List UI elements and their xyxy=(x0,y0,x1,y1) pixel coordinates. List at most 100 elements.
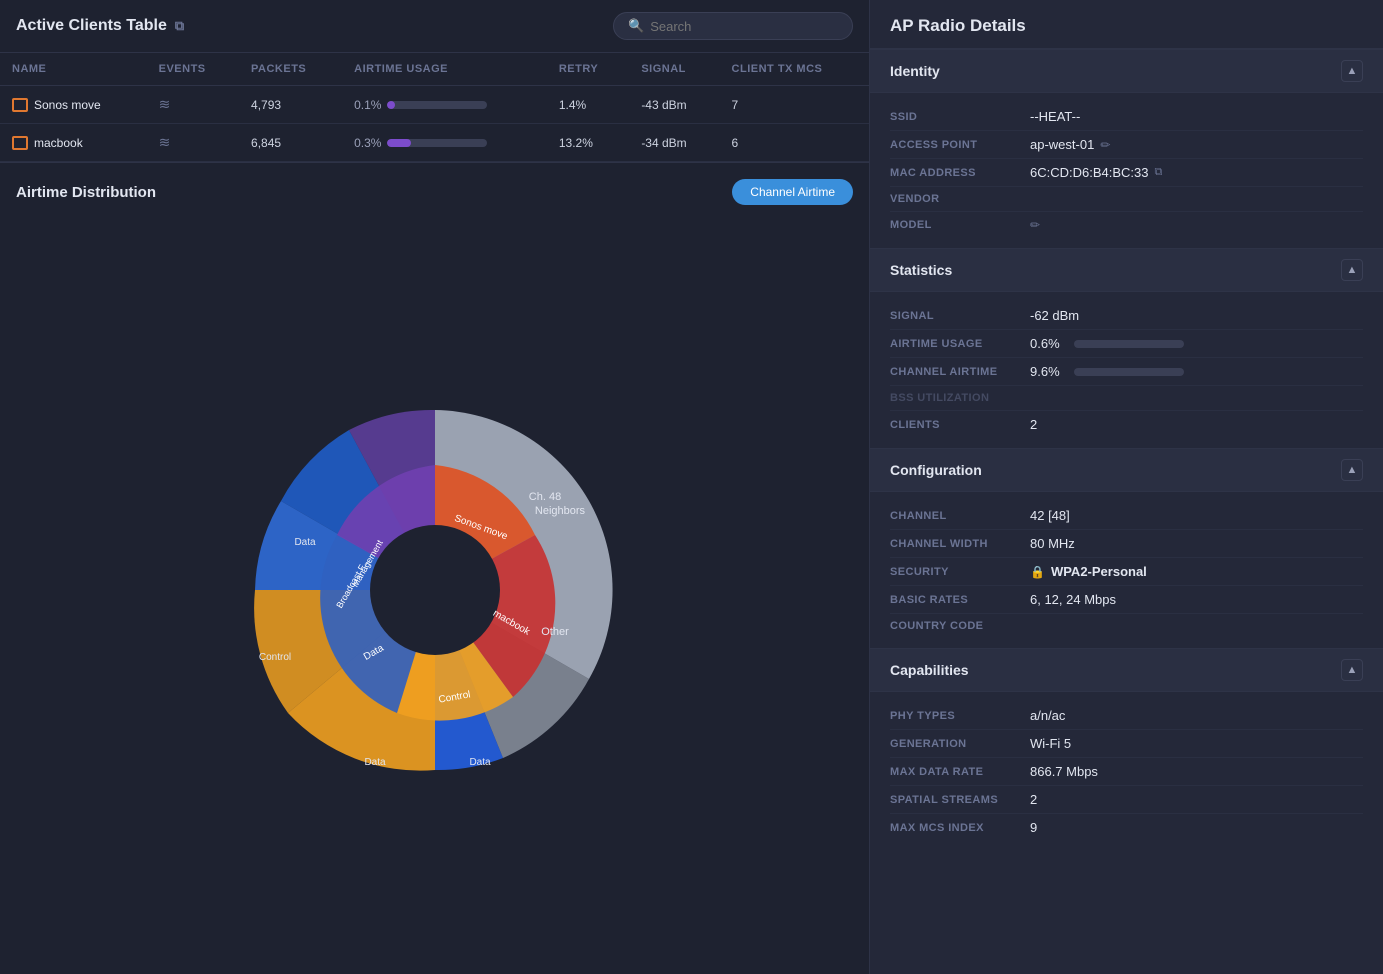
country-code-label: COUNTRY CODE xyxy=(890,620,1030,632)
col-signal: SIGNAL xyxy=(629,53,719,86)
security-label: SECURITY xyxy=(890,566,1030,578)
channel-airtime-label: CHANNEL AIRTIME xyxy=(890,366,1030,378)
ssid-label: SSID xyxy=(890,111,1030,123)
identity-collapse-icon[interactable]: ▲ xyxy=(1341,60,1363,82)
capabilities-section-header[interactable]: Capabilities ▲ xyxy=(870,648,1383,692)
mac-copy-icon[interactable]: ⧉ xyxy=(1155,166,1163,179)
svg-text:Data: Data xyxy=(469,757,491,768)
airtime-bar-group: 0.3% xyxy=(354,136,535,150)
security-value: 🔒 WPA2-Personal xyxy=(1030,564,1363,579)
airtime-cell: 0.1% xyxy=(342,86,547,124)
statistics-body: SIGNAL -62 dBm AIRTIME USAGE 0.6% CHANNE… xyxy=(870,292,1383,448)
wifi-icon: ≋ xyxy=(159,134,171,150)
statistics-section-header[interactable]: Statistics ▲ xyxy=(870,248,1383,292)
channel-value: 42 [48] xyxy=(1030,508,1363,523)
access-point-edit-icon[interactable]: ✏ xyxy=(1100,138,1110,152)
max-data-rate-row: MAX DATA RATE 866.7 Mbps xyxy=(890,758,1363,786)
statistics-collapse-icon[interactable]: ▲ xyxy=(1341,259,1363,281)
table-title-group: Active Clients Table ⧉ xyxy=(16,17,184,35)
max-mcs-label: MAX MCS INDEX xyxy=(890,822,1030,834)
configuration-collapse-icon[interactable]: ▲ xyxy=(1341,459,1363,481)
generation-label: GENERATION xyxy=(890,738,1030,750)
events-cell: ≋ xyxy=(147,124,239,162)
svg-text:Ch. 48: Ch. 48 xyxy=(528,491,560,503)
table-header: Active Clients Table ⧉ 🔍 xyxy=(0,0,869,53)
access-point-value: ap-west-01 ✏ xyxy=(1030,137,1363,152)
signal-cell: -34 dBm xyxy=(629,124,719,162)
airtime-bar-fill xyxy=(387,139,411,147)
table-row[interactable]: Sonos move ≋4,793 0.1% 1.4%-43 dBm7 xyxy=(0,86,869,124)
panel-title: AP Radio Details xyxy=(870,0,1383,49)
svg-text:Data: Data xyxy=(364,757,386,768)
airtime-pct: 0.3% xyxy=(354,136,381,150)
airtime-bar-bg xyxy=(387,139,487,147)
configuration-body: CHANNEL 42 [48] CHANNEL WIDTH 80 MHz SEC… xyxy=(870,492,1383,648)
mac-address-value: 6C:CD:D6:B4:BC:33 ⧉ xyxy=(1030,165,1363,180)
basic-rates-label: BASIC RATES xyxy=(890,594,1030,606)
lock-icon: 🔒 xyxy=(1030,565,1045,579)
security-row: SECURITY 🔒 WPA2-Personal xyxy=(890,558,1363,586)
airtime-usage-bar xyxy=(1074,340,1184,348)
search-box[interactable]: 🔍 xyxy=(613,12,853,40)
col-airtime: AIRTIME USAGE xyxy=(342,53,547,86)
signal-row: SIGNAL -62 dBm xyxy=(890,302,1363,330)
svg-text:Control: Control xyxy=(258,652,290,663)
search-input[interactable] xyxy=(650,19,838,34)
mac-address-label: MAC ADDRESS xyxy=(890,167,1030,179)
channel-width-label: CHANNEL WIDTH xyxy=(890,538,1030,550)
access-point-label: ACCESS POINT xyxy=(890,139,1030,151)
device-name-text: macbook xyxy=(34,136,83,150)
svg-text:Data: Data xyxy=(294,537,316,548)
packets-cell: 6,845 xyxy=(239,124,342,162)
capabilities-collapse-icon[interactable]: ▲ xyxy=(1341,659,1363,681)
retry-cell: 13.2% xyxy=(547,124,629,162)
max-mcs-value: 9 xyxy=(1030,820,1363,835)
model-label: MODEL xyxy=(890,219,1030,231)
ssid-value: --HEAT-- xyxy=(1030,109,1363,124)
donut-chart-container: Ch. 48 Neighbors Other Data Data Control… xyxy=(16,221,853,958)
table-row[interactable]: macbook ≋ 6,845 0.3% 13.2%-34 dBm6 xyxy=(0,124,869,162)
max-data-rate-label: MAX DATA RATE xyxy=(890,766,1030,778)
airtime-usage-label: AIRTIME USAGE xyxy=(890,338,1030,350)
airtime-pct: 0.1% xyxy=(354,98,381,112)
channel-row: CHANNEL 42 [48] xyxy=(890,502,1363,530)
airtime-bar-fill xyxy=(387,101,395,109)
clients-label: CLIENTS xyxy=(890,419,1030,431)
col-mcs: CLIENT Tx MCS xyxy=(720,53,869,86)
svg-text:Neighbors: Neighbors xyxy=(534,505,585,517)
vendor-row: VENDOR xyxy=(890,187,1363,212)
phy-types-row: PHY TYPES a/n/ac xyxy=(890,702,1363,730)
model-edit-icon[interactable]: ✏ xyxy=(1030,218,1040,232)
bss-utilization-row: BSS UTILIZATION xyxy=(890,386,1363,411)
mac-address-row: MAC ADDRESS 6C:CD:D6:B4:BC:33 ⧉ xyxy=(890,159,1363,187)
configuration-label: Configuration xyxy=(890,462,982,478)
airtime-bar-group: 0.1% xyxy=(354,98,535,112)
mcs-cell: 6 xyxy=(720,124,869,162)
access-point-row: ACCESS POINT ap-west-01 ✏ xyxy=(890,131,1363,159)
generation-row: GENERATION Wi-Fi 5 xyxy=(890,730,1363,758)
capabilities-label: Capabilities xyxy=(890,662,969,678)
model-row: MODEL ✏ xyxy=(890,212,1363,238)
channel-airtime-value: 9.6% xyxy=(1030,364,1363,379)
left-panel: Active Clients Table ⧉ 🔍 NAME EVENTS PAC… xyxy=(0,0,870,974)
copy-title-icon[interactable]: ⧉ xyxy=(175,18,184,34)
channel-airtime-button[interactable]: Channel Airtime xyxy=(732,179,853,205)
clients-table: NAME EVENTS PACKETS AIRTIME USAGE RETRY … xyxy=(0,53,869,162)
col-events: EVENTS xyxy=(147,53,239,86)
identity-section-header[interactable]: Identity ▲ xyxy=(870,49,1383,93)
spatial-streams-row: SPATIAL STREAMS 2 xyxy=(890,786,1363,814)
airtime-usage-value: 0.6% xyxy=(1030,336,1363,351)
events-cell: ≋ xyxy=(147,86,239,124)
retry-cell: 1.4% xyxy=(547,86,629,124)
airtime-usage-row: AIRTIME USAGE 0.6% xyxy=(890,330,1363,358)
channel-airtime-row: CHANNEL AIRTIME 9.6% xyxy=(890,358,1363,386)
col-retry: RETRY xyxy=(547,53,629,86)
generation-value: Wi-Fi 5 xyxy=(1030,736,1363,751)
model-value: ✏ xyxy=(1030,218,1363,232)
configuration-section-header[interactable]: Configuration ▲ xyxy=(870,448,1383,492)
statistics-label: Statistics xyxy=(890,262,952,278)
phy-types-label: PHY TYPES xyxy=(890,710,1030,722)
identity-label: Identity xyxy=(890,63,940,79)
channel-width-value: 80 MHz xyxy=(1030,536,1363,551)
clients-row: CLIENTS 2 xyxy=(890,411,1363,438)
